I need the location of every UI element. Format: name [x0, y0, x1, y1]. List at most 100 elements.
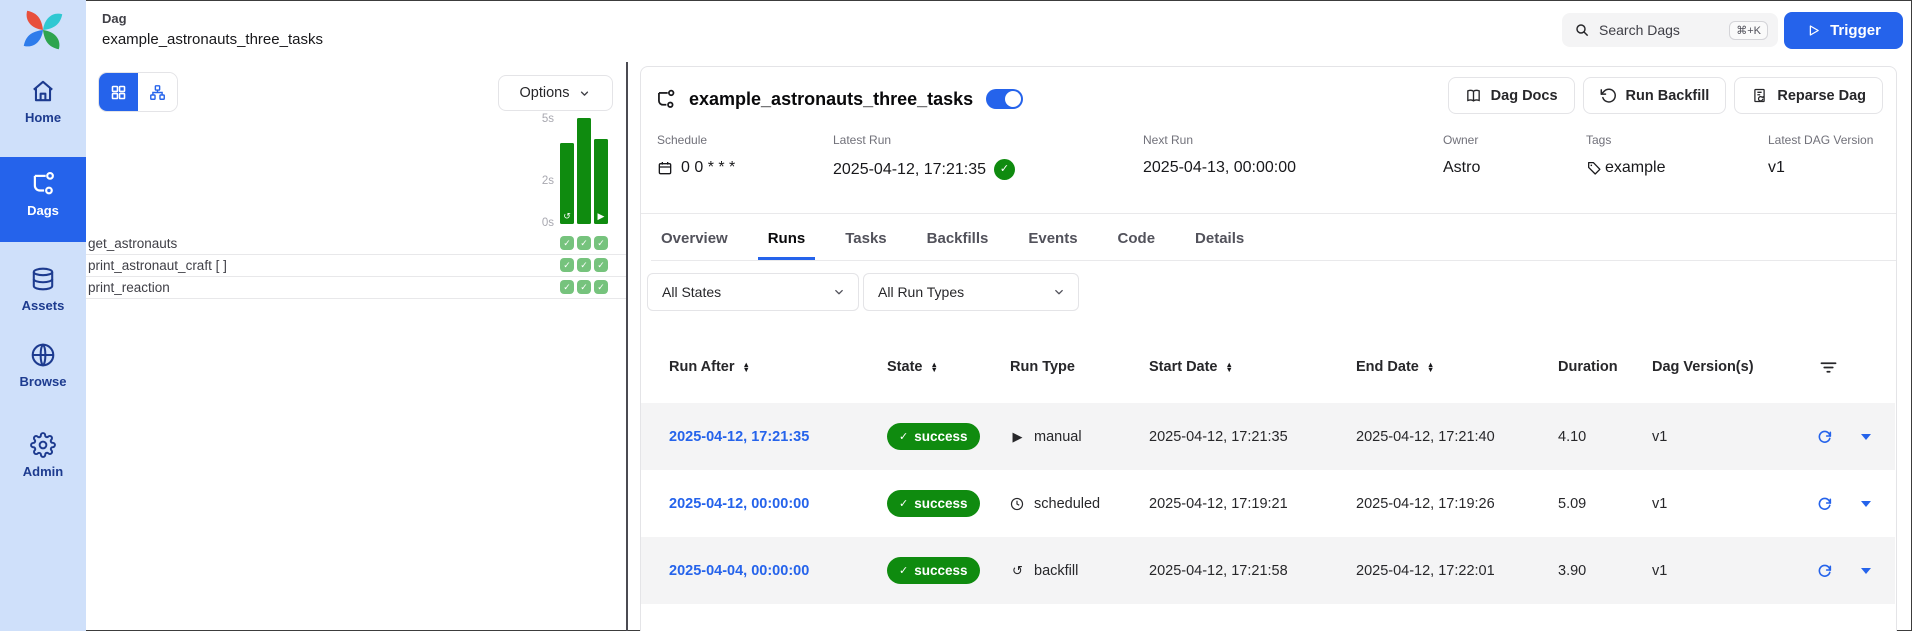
task-instance-square[interactable]: [577, 236, 591, 250]
row-menu-caret[interactable]: [1861, 434, 1871, 440]
task-instance-square[interactable]: [560, 280, 574, 294]
reparse-dag-button[interactable]: Reparse Dag: [1734, 77, 1883, 114]
run-after-link[interactable]: 2025-04-04, 00:00:00: [669, 563, 809, 579]
tab-tasks[interactable]: Tasks: [835, 219, 896, 260]
airflow-logo: [21, 8, 65, 52]
duration-value: 3.90: [1558, 563, 1652, 579]
info-owner: Owner Astro: [1443, 133, 1480, 177]
clear-run-button[interactable]: [1817, 496, 1833, 512]
success-check-icon: [994, 159, 1015, 180]
search-icon: [1574, 22, 1590, 38]
dag-version-value: v1: [1652, 563, 1811, 579]
task-instance-square[interactable]: [560, 258, 574, 272]
database-icon: [30, 266, 56, 292]
end-date-value: 2025-04-12, 17:22:01: [1356, 563, 1558, 579]
breadcrumb: Dag: [102, 11, 127, 26]
grid-view-button[interactable]: [99, 73, 138, 111]
play-outline-icon: [1806, 23, 1821, 38]
runs-table-header: Run After State Run Type Start Date End …: [641, 331, 1895, 403]
clock-icon: [1010, 496, 1025, 511]
info-label: Latest DAG Version: [1768, 133, 1873, 147]
row-menu-caret[interactable]: [1861, 501, 1871, 507]
task-instance-square[interactable]: [594, 280, 608, 294]
run-duration-bar-manual[interactable]: ▶: [594, 139, 608, 224]
sidebar-item-dags[interactable]: Dags: [0, 157, 86, 242]
start-date-value: 2025-04-12, 17:21:35: [1149, 429, 1356, 445]
refresh-icon: [1817, 563, 1833, 579]
tab-details[interactable]: Details: [1185, 219, 1254, 260]
sidebar-item-label: Dags: [27, 203, 59, 218]
airflow-app: Home Dags Assets Browse Admin Dag exampl…: [0, 0, 1912, 631]
info-value: v1: [1768, 159, 1785, 177]
sort-icon[interactable]: [1226, 362, 1233, 373]
backfill-arrow-icon: ↺: [1010, 563, 1025, 579]
task-instance-square[interactable]: [577, 258, 591, 272]
tab-runs[interactable]: Runs: [758, 219, 816, 260]
table-row: 2025-04-04, 00:00:00 success ↺backfill 2…: [641, 537, 1895, 604]
y-tick-5s: 5s: [516, 113, 554, 125]
dag-pause-toggle[interactable]: [986, 89, 1023, 109]
clear-run-button[interactable]: [1817, 563, 1833, 579]
info-latest-run: Latest Run 2025-04-12, 17:21:35: [833, 133, 1015, 180]
row-menu-caret[interactable]: [1861, 568, 1871, 574]
clear-run-button[interactable]: [1817, 429, 1833, 445]
tag-value[interactable]: example: [1605, 159, 1665, 177]
start-date-value: 2025-04-12, 17:21:58: [1149, 563, 1356, 579]
run-duration-bar-scheduled[interactable]: [577, 118, 591, 224]
column-end-date: End Date: [1356, 359, 1419, 375]
task-label[interactable]: print_astronaut_craft [ ]: [88, 258, 227, 273]
run-after-link[interactable]: 2025-04-12, 17:21:35: [669, 429, 809, 445]
calendar-icon: [657, 160, 673, 176]
task-label[interactable]: print_reaction: [88, 280, 170, 295]
info-label: Tags: [1586, 133, 1665, 147]
info-label: Next Run: [1143, 133, 1296, 147]
info-value[interactable]: 2025-04-12, 17:21:35: [833, 161, 986, 179]
task-label[interactable]: get_astronauts: [88, 236, 177, 251]
info-label: Schedule: [657, 133, 735, 147]
tab-overview[interactable]: Overview: [651, 219, 738, 260]
dag-title: example_astronauts_three_tasks: [689, 89, 973, 110]
panel-resize-divider[interactable]: [626, 62, 628, 631]
task-instance-square[interactable]: [577, 280, 591, 294]
run-type-filter-select[interactable]: All Run Types: [863, 273, 1079, 311]
task-instance-square[interactable]: [594, 258, 608, 272]
dag-actions: Dag Docs Run Backfill Reparse Dag: [1448, 77, 1883, 114]
play-icon: ▶: [1010, 429, 1025, 445]
button-label: Run Backfill: [1626, 88, 1710, 104]
end-date-value: 2025-04-12, 17:21:40: [1356, 429, 1558, 445]
run-backfill-button[interactable]: Run Backfill: [1583, 77, 1727, 114]
run-after-link[interactable]: 2025-04-12, 00:00:00: [669, 496, 809, 512]
trigger-button[interactable]: Trigger: [1784, 12, 1903, 49]
button-label: Reparse Dag: [1777, 88, 1866, 104]
state-filter-select[interactable]: All States: [647, 273, 859, 311]
sort-icon[interactable]: [743, 362, 750, 373]
info-value: 2025-04-13, 00:00:00: [1143, 159, 1296, 177]
column-filter-icon[interactable]: [1819, 359, 1838, 376]
sort-icon[interactable]: [1427, 362, 1434, 373]
graph-view-button[interactable]: [138, 73, 177, 111]
sidebar-item-browse[interactable]: Browse: [0, 342, 86, 389]
tab-events[interactable]: Events: [1018, 219, 1087, 260]
run-type-value: manual: [1034, 429, 1082, 445]
sidebar-item-assets[interactable]: Assets: [0, 266, 86, 313]
y-tick-0s: 0s: [516, 217, 554, 229]
sidebar-item-home[interactable]: Home: [0, 78, 86, 125]
task-instance-square[interactable]: [594, 236, 608, 250]
options-button[interactable]: Options: [498, 75, 613, 111]
run-duration-bar-backfill[interactable]: ↺: [560, 143, 574, 224]
tab-code[interactable]: Code: [1108, 219, 1166, 260]
column-run-after: Run After: [669, 359, 735, 375]
search-input[interactable]: Search Dags ⌘+K: [1562, 13, 1778, 47]
status-badge: success: [887, 557, 980, 584]
reparse-doc-icon: [1751, 87, 1768, 104]
options-label: Options: [520, 85, 570, 101]
dag-branch-icon: [655, 89, 676, 110]
state-filter-value: All States: [662, 284, 721, 300]
sidebar-item-admin[interactable]: Admin: [0, 432, 86, 479]
tab-backfills[interactable]: Backfills: [917, 219, 999, 260]
chevron-down-icon: [832, 285, 846, 299]
task-instance-square[interactable]: [560, 236, 574, 250]
dag-docs-button[interactable]: Dag Docs: [1448, 77, 1575, 114]
info-schedule: Schedule 0 0 * * *: [657, 133, 735, 177]
sort-icon[interactable]: [930, 362, 937, 373]
